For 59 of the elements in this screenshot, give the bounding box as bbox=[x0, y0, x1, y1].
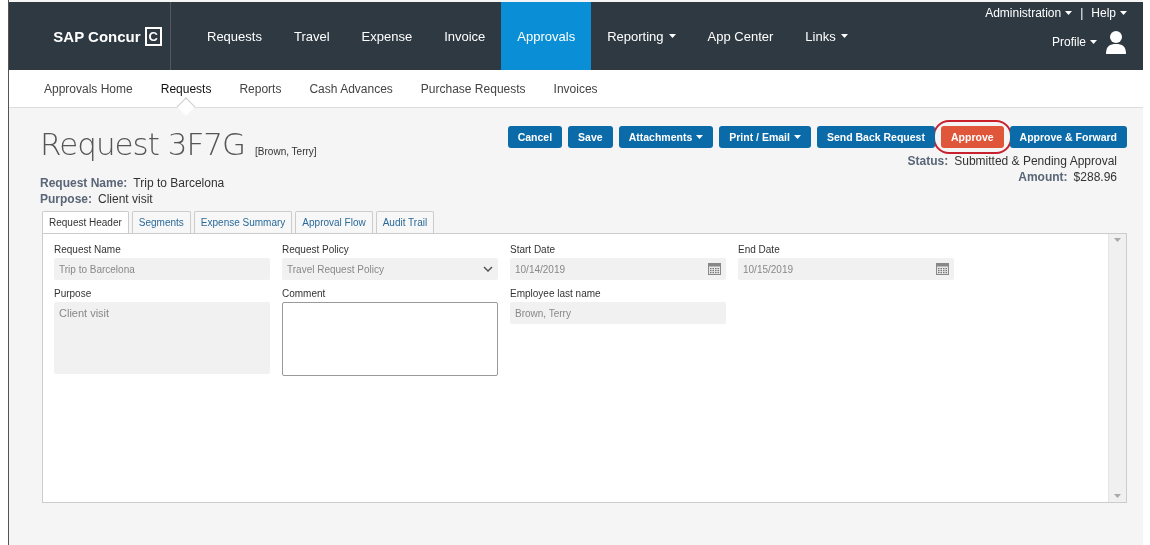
caret-icon bbox=[840, 34, 848, 38]
user-avatar-icon bbox=[1105, 30, 1127, 54]
field-label: Purpose bbox=[54, 288, 93, 299]
nav-item[interactable]: Travel bbox=[277, 2, 346, 70]
field-label: Employee last name bbox=[510, 288, 602, 299]
summary-value: Submitted & Pending Approval bbox=[954, 154, 1117, 168]
nav-link[interactable]: Administration bbox=[985, 6, 1073, 20]
field-label: End Date bbox=[738, 244, 781, 255]
field-label: Request Policy bbox=[282, 244, 350, 255]
nav-item[interactable]: Links bbox=[789, 2, 864, 70]
summary-value: $288.96 bbox=[1073, 170, 1117, 184]
nav-item[interactable]: Reporting bbox=[591, 2, 692, 70]
caret-icon bbox=[668, 34, 676, 38]
separator: | bbox=[1080, 6, 1084, 20]
action-button[interactable]: Save bbox=[568, 126, 613, 148]
caret-icon bbox=[1065, 11, 1073, 15]
subnav-item[interactable]: Invoices bbox=[553, 81, 598, 96]
field-label: Comment bbox=[282, 288, 327, 299]
detail-label: Request Name: bbox=[40, 176, 128, 190]
tab[interactable]: Audit Trail bbox=[375, 211, 435, 234]
text-area[interactable] bbox=[282, 302, 498, 376]
tab[interactable]: Request Header bbox=[42, 211, 129, 234]
summary-label: Amount: bbox=[1018, 170, 1068, 184]
summary-label: Status: bbox=[907, 154, 949, 168]
action-button[interactable]: Approve & Forward bbox=[1009, 126, 1127, 148]
nav-item[interactable]: Invoice bbox=[428, 2, 502, 70]
tab[interactable]: Approval Flow bbox=[295, 211, 373, 234]
tab[interactable]: Segments bbox=[131, 211, 191, 234]
action-button[interactable]: Approve bbox=[940, 126, 1004, 148]
caret-icon bbox=[793, 135, 801, 139]
request-title: Request 3F7G bbox=[40, 126, 246, 162]
field-label: Request Name bbox=[54, 244, 122, 255]
detail-value: Trip to Barcelona bbox=[133, 176, 225, 190]
detail-label: Purpose: bbox=[40, 192, 92, 206]
caret-icon bbox=[1090, 40, 1097, 44]
subnav-item[interactable]: Requests bbox=[160, 81, 212, 96]
nav-item[interactable]: Expense bbox=[345, 2, 429, 70]
action-button[interactable]: Cancel bbox=[507, 126, 563, 148]
scroll-down-icon[interactable] bbox=[1114, 494, 1121, 498]
subnav-item[interactable]: Cash Advances bbox=[309, 81, 393, 96]
nav-item[interactable]: App Center bbox=[691, 2, 790, 70]
chevron-down-icon bbox=[483, 266, 493, 272]
profile-menu[interactable]: Profile bbox=[1052, 35, 1097, 49]
nav-link[interactable]: Help bbox=[1091, 6, 1127, 20]
field-label: Start Date bbox=[510, 244, 557, 255]
action-button[interactable]: Attachments bbox=[618, 126, 714, 148]
nav-item[interactable]: Requests bbox=[191, 2, 278, 70]
action-button[interactable]: Send Back Request bbox=[816, 126, 935, 148]
detail-value: Client visit bbox=[98, 192, 153, 206]
nav-item[interactable]: Approvals bbox=[501, 2, 592, 70]
scrollbar[interactable] bbox=[1108, 234, 1126, 502]
request-owner: [Brown, Terry] bbox=[255, 146, 317, 157]
action-button[interactable]: Print / Email bbox=[719, 126, 811, 148]
subnav-item[interactable]: Reports bbox=[239, 81, 282, 96]
tab[interactable]: Expense Summary bbox=[193, 211, 293, 234]
subnav-item[interactable]: Purchase Requests bbox=[420, 81, 526, 96]
subnav-item[interactable]: Approvals Home bbox=[44, 81, 133, 96]
caret-icon bbox=[696, 135, 704, 139]
caret-icon bbox=[1120, 11, 1127, 15]
